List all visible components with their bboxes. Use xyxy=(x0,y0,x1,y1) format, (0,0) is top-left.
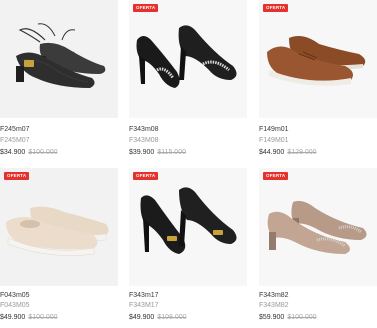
price-row: $44.900 $129.000 xyxy=(259,149,317,156)
product-image[interactable]: OFERTA xyxy=(0,168,118,286)
sale-price: $39.900 xyxy=(129,149,155,156)
sale-price: $49.900 xyxy=(129,314,155,321)
original-price: $100.000 xyxy=(28,314,58,321)
product-title[interactable]: F343m82 xyxy=(259,292,289,299)
sale-price: $49.900 xyxy=(0,314,26,321)
product-card[interactable]: OFERTA F149m01 F149M01 $44.900 $129.000 xyxy=(259,0,377,156)
product-image[interactable]: OFERTA xyxy=(259,0,377,118)
product-card[interactable]: OFERTA F043m05 F043M05 $49.900 $100.000 xyxy=(0,168,118,321)
sale-price: $34.900 xyxy=(0,149,26,156)
brown-sneaker-image xyxy=(267,36,366,86)
product-sku: F043M05 xyxy=(0,302,30,309)
product-title[interactable]: F343m17 xyxy=(129,292,159,299)
original-price: $100.000 xyxy=(28,149,58,156)
product-image[interactable] xyxy=(0,0,118,118)
product-card[interactable]: OFERTA F343m82 F343M82 $59.900 $100.000 xyxy=(259,168,377,321)
price-row: $49.900 $100.000 xyxy=(0,314,58,321)
product-title[interactable]: F245m07 xyxy=(0,126,30,133)
product-image[interactable]: OFERTA xyxy=(259,168,377,286)
price-row: $49.900 $108.000 xyxy=(129,314,187,321)
price-row: $34.900 $100.000 xyxy=(0,149,58,156)
sale-price: $44.900 xyxy=(259,149,285,156)
product-grid: F245m07 F245M07 $34.900 $100.000 OFERTA F… xyxy=(0,0,377,328)
product-sku: F245M07 xyxy=(0,137,30,144)
product-sku: F343M82 xyxy=(259,302,289,309)
product-card[interactable]: OFERTA F343m08 F343M08 $39.900 $115.000 xyxy=(129,0,247,156)
taupe-block-heel-image xyxy=(267,200,367,254)
price-row: $39.900 $115.000 xyxy=(129,149,186,156)
black-strappy-heel-image xyxy=(16,23,106,88)
original-price: $129.000 xyxy=(287,149,317,156)
product-card[interactable]: F245m07 F245M07 $34.900 $100.000 xyxy=(0,0,118,156)
product-sku: F343M17 xyxy=(129,302,159,309)
original-price: $115.000 xyxy=(157,149,186,156)
product-sku: F149M01 xyxy=(259,137,289,144)
price-row: $59.900 $100.000 xyxy=(259,314,317,321)
original-price: $100.000 xyxy=(287,314,317,321)
sale-price: $59.900 xyxy=(259,314,285,321)
product-image[interactable]: OFERTA xyxy=(129,0,247,118)
original-price: $108.000 xyxy=(157,314,187,321)
product-title[interactable]: F149m01 xyxy=(259,126,289,133)
product-title[interactable]: F343m08 xyxy=(129,126,159,133)
product-title[interactable]: F043m05 xyxy=(0,292,30,299)
beige-slip-on-image xyxy=(6,206,109,256)
product-card[interactable]: OFERTA F343m17 F343M17 $49.900 $108.000 xyxy=(129,168,247,321)
black-suede-pump-image xyxy=(136,25,237,88)
black-pump-buckle-image xyxy=(140,187,237,254)
product-sku: F343M08 xyxy=(129,137,159,144)
product-image[interactable]: OFERTA xyxy=(129,168,247,286)
